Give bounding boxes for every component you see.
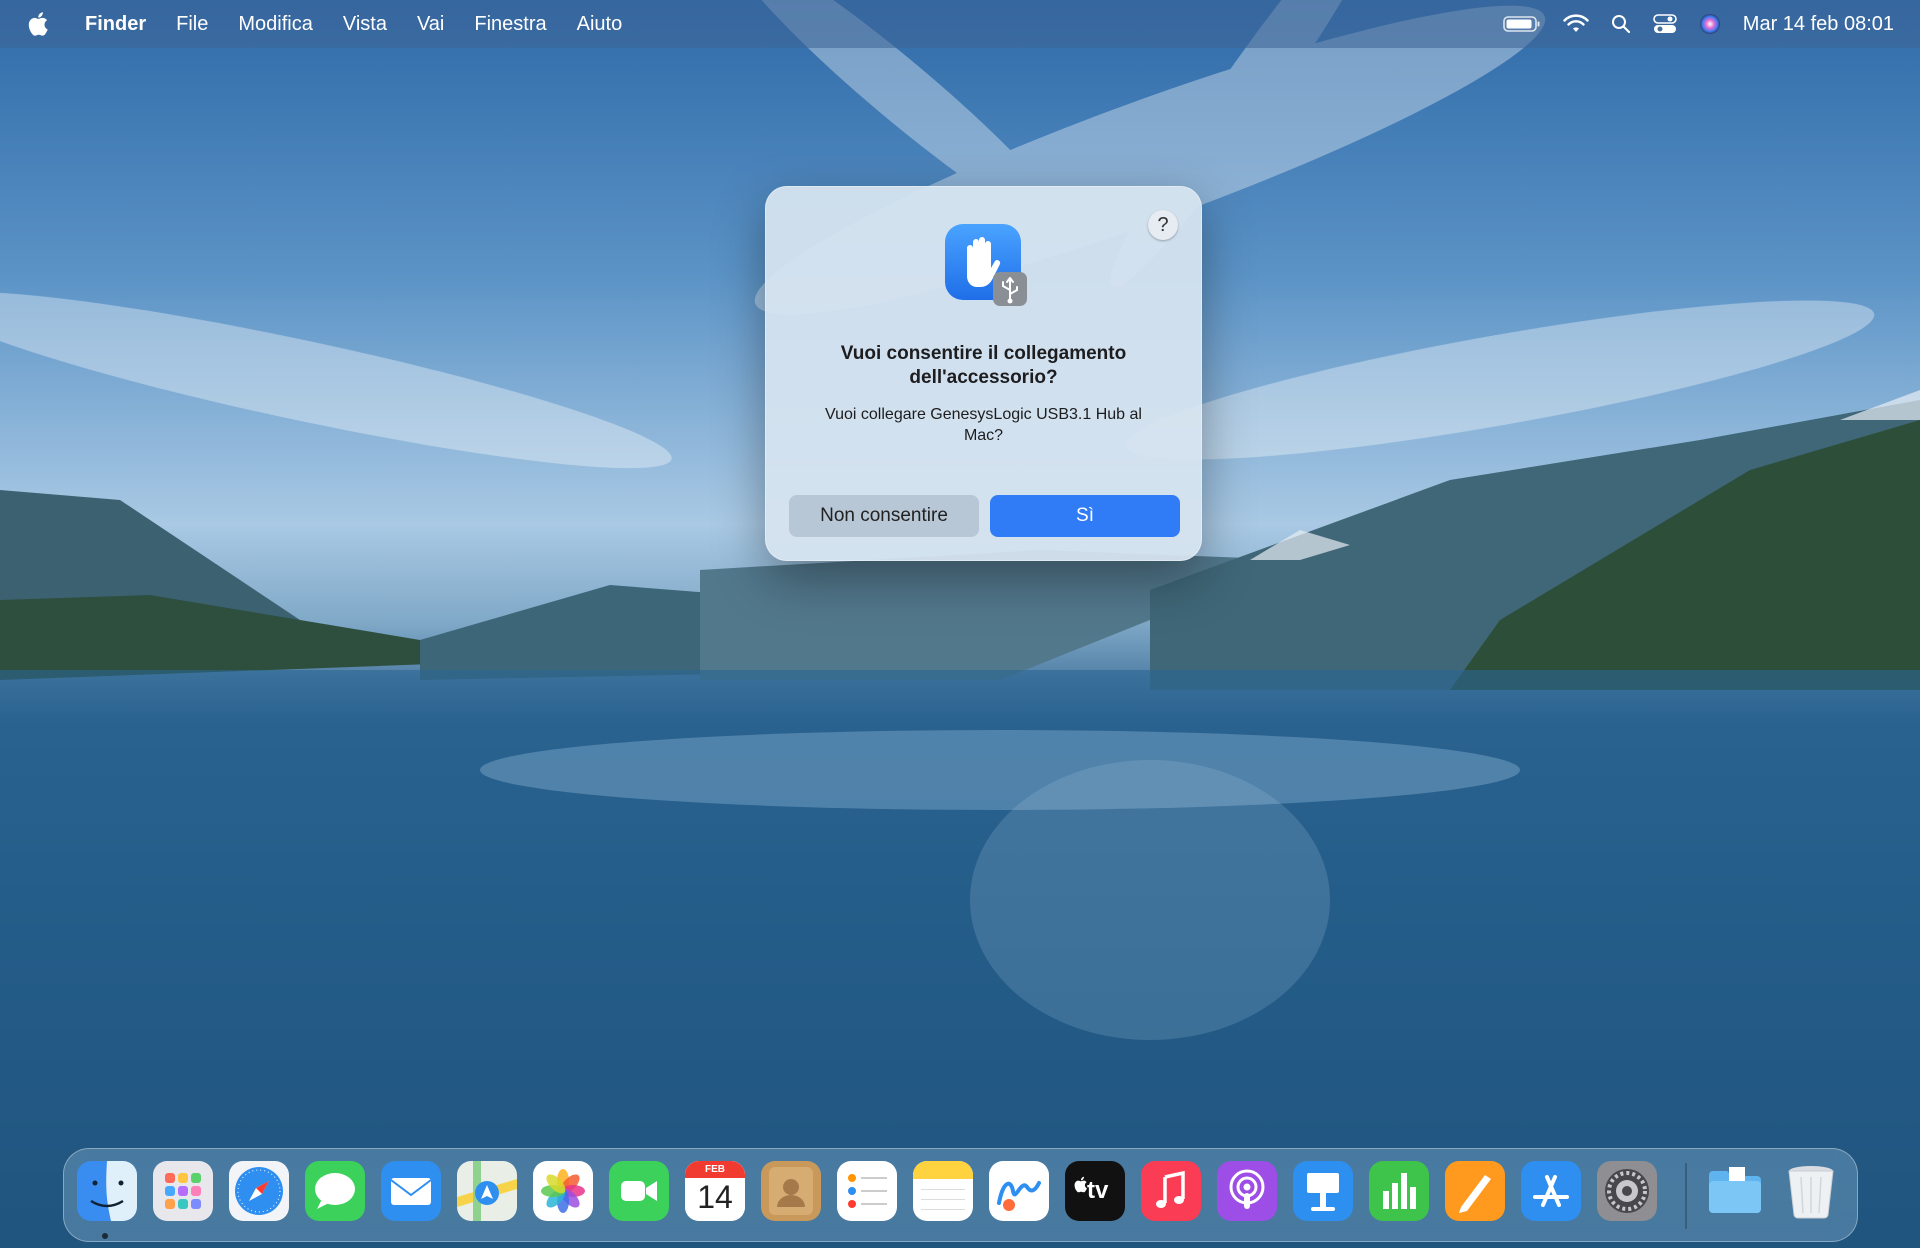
- siri-icon[interactable]: [1699, 13, 1721, 35]
- dock-trash[interactable]: [1781, 1161, 1841, 1221]
- dock-safari[interactable]: [229, 1161, 289, 1221]
- apple-logo-icon[interactable]: [0, 12, 70, 36]
- dock-messages[interactable]: [305, 1161, 365, 1221]
- control-center-icon[interactable]: [1652, 14, 1677, 34]
- menu-finestra[interactable]: Finestra: [459, 0, 561, 48]
- dock-contacts[interactable]: [761, 1161, 821, 1221]
- dock-finder[interactable]: [77, 1161, 137, 1221]
- help-button[interactable]: ?: [1148, 210, 1178, 240]
- dock-launchpad[interactable]: [153, 1161, 213, 1221]
- dock-freeform[interactable]: [989, 1161, 1049, 1221]
- appstore-icon: [1521, 1161, 1581, 1221]
- dock: FEB 14 tv: [63, 1148, 1858, 1242]
- dock-separator: [1685, 1163, 1687, 1229]
- menu-file[interactable]: File: [161, 0, 223, 48]
- dock-pages[interactable]: [1445, 1161, 1505, 1221]
- facetime-icon: [609, 1161, 669, 1221]
- dock-notes[interactable]: [913, 1161, 973, 1221]
- reminders-icon: [837, 1161, 897, 1221]
- dock-appletv[interactable]: tv: [1065, 1161, 1125, 1221]
- finder-running-dot: [102, 1233, 108, 1239]
- dock-keynote[interactable]: [1293, 1161, 1353, 1221]
- usb-accessory-hand-icon: [945, 224, 1027, 306]
- folder-icon: [1709, 1167, 1761, 1213]
- pages-icon: [1445, 1161, 1505, 1221]
- dock-maps[interactable]: [457, 1161, 517, 1221]
- notes-icon: [913, 1161, 973, 1221]
- keynote-icon: [1293, 1161, 1353, 1221]
- dock-system-settings[interactable]: [1597, 1161, 1657, 1221]
- photos-icon: [533, 1161, 593, 1221]
- settings-gear-icon: [1597, 1161, 1657, 1221]
- calendar-month: FEB: [705, 1164, 725, 1175]
- menu-modifica[interactable]: Modifica: [223, 0, 327, 48]
- dock-numbers[interactable]: [1369, 1161, 1429, 1221]
- menu-clock[interactable]: Mar 14 feb 08:01: [1743, 13, 1894, 36]
- dock-facetime[interactable]: [609, 1161, 669, 1221]
- dock-photos[interactable]: [533, 1161, 593, 1221]
- dock-podcasts[interactable]: [1217, 1161, 1277, 1221]
- dock-calendar[interactable]: FEB 14: [685, 1161, 745, 1221]
- messages-icon: [305, 1161, 365, 1221]
- dock-mail[interactable]: [381, 1161, 441, 1221]
- calendar-day: 14: [697, 1179, 733, 1215]
- appletv-label: tv: [1087, 1177, 1109, 1204]
- wifi-icon[interactable]: [1563, 14, 1589, 34]
- mail-icon: [381, 1161, 441, 1221]
- accessory-permission-dialog: ? Vuoi consentire il collegamento dell'a…: [765, 186, 1202, 561]
- dock-music[interactable]: [1141, 1161, 1201, 1221]
- menu-vista[interactable]: Vista: [328, 0, 402, 48]
- launchpad-icon: [153, 1161, 213, 1221]
- maps-icon: [457, 1161, 517, 1221]
- dock-appstore[interactable]: [1521, 1161, 1581, 1221]
- dock-reminders[interactable]: [837, 1161, 897, 1221]
- freeform-icon: [989, 1161, 1049, 1221]
- dialog-title: Vuoi consentire il collegamento dell'acc…: [840, 343, 1127, 388]
- menu-app-finder[interactable]: Finder: [70, 0, 161, 48]
- menu-aiuto[interactable]: Aiuto: [562, 0, 638, 48]
- safari-icon: [229, 1161, 289, 1221]
- dialog-message: Vuoi collegare GenesysLogic USB3.1 Hub a…: [825, 406, 1142, 444]
- trash-icon: [1788, 1166, 1834, 1219]
- allow-button[interactable]: Sì: [990, 495, 1180, 537]
- finder-icon: [77, 1161, 137, 1221]
- deny-button[interactable]: Non consentire: [789, 495, 979, 537]
- contacts-icon: [761, 1161, 821, 1221]
- music-icon: [1141, 1161, 1201, 1221]
- search-icon[interactable]: [1611, 14, 1631, 34]
- podcasts-icon: [1217, 1161, 1277, 1221]
- dock-downloads-folder[interactable]: [1705, 1161, 1765, 1221]
- menu-bar: Finder File Modifica Vista Vai Finestra …: [0, 0, 1920, 48]
- numbers-icon: [1369, 1161, 1429, 1221]
- battery-icon[interactable]: [1502, 15, 1541, 33]
- menu-vai[interactable]: Vai: [402, 0, 459, 48]
